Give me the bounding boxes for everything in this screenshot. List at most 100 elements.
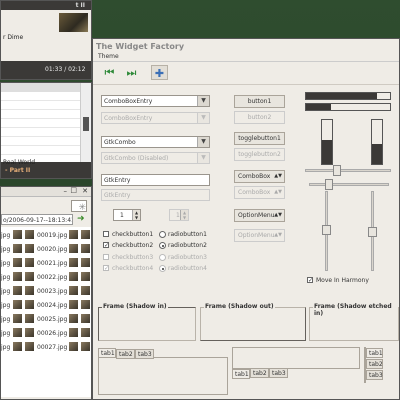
thumbnail-image — [81, 342, 90, 351]
gtkcombo[interactable]: GtkCombo ▼ — [101, 136, 210, 148]
horizontal-slider[interactable] — [309, 183, 389, 186]
up-down-arrows-icon: ▲▼ — [274, 189, 282, 195]
gtkentry-disabled: GtkEntry — [101, 189, 210, 201]
spin-value: 1 — [120, 212, 124, 219]
list-item[interactable]: jpg 00027.jpg — [1, 341, 93, 354]
go-back-icon[interactable]: ⏮ — [101, 65, 118, 80]
thumbnail-image — [25, 300, 34, 309]
horizontal-progress-bar — [305, 92, 391, 100]
thumbnail-image — [81, 328, 90, 337]
list-item[interactable]: jpg 00019.jpg — [1, 229, 93, 242]
comboboxentry[interactable]: ComboBoxEntry ▼ — [101, 95, 210, 107]
checkmark-icon[interactable]: ✓ — [103, 242, 109, 249]
togglebutton1[interactable]: togglebutton1 — [234, 132, 285, 145]
up-down-arrows-icon: ▲▼ — [274, 232, 282, 238]
up-down-arrows-icon: ▲▼ — [274, 173, 282, 179]
slider-handle[interactable] — [322, 225, 331, 235]
comboboxentry-text: ComboBoxEntry — [104, 98, 153, 105]
list-item[interactable] — [1, 110, 81, 119]
optionmenu[interactable]: OptionMenu ▲▼ — [234, 209, 285, 222]
horizontal-slider[interactable] — [305, 169, 391, 172]
file-name: 00025.jpg — [37, 316, 68, 323]
list-item[interactable] — [1, 101, 81, 110]
spin-arrows-icon[interactable]: ▲ ▼ — [132, 210, 140, 220]
vertical-progress-bar — [371, 119, 383, 165]
gtkentry[interactable]: GtkEntry — [101, 174, 210, 186]
file-ext-left: jpg — [1, 246, 11, 253]
list-item[interactable] — [1, 119, 81, 128]
go-arrow-icon[interactable]: ➜ — [77, 214, 85, 224]
list-item[interactable]: jpg 00025.jpg — [1, 313, 93, 326]
browser-titlebar[interactable]: – □ ✕ — [1, 186, 91, 197]
spinbutton[interactable]: 1 ▲ ▼ — [113, 209, 141, 221]
checkmark-icon[interactable]: ✓ — [307, 277, 313, 284]
list-item[interactable]: jpg 00022.jpg — [1, 271, 93, 284]
tab-bottom-2[interactable]: tab2 — [250, 368, 269, 378]
slider-handle[interactable] — [333, 165, 341, 176]
player-title: t II — [75, 2, 85, 9]
tab-top-1[interactable]: tab1 — [98, 348, 116, 358]
combobox-label: ComboBox — [238, 173, 271, 180]
list-item[interactable] — [1, 92, 81, 101]
list-item[interactable] — [1, 146, 81, 155]
list-item[interactable]: jpg 00026.jpg — [1, 327, 93, 340]
slider-handle[interactable] — [325, 179, 333, 190]
radio-empty[interactable] — [159, 231, 166, 238]
comboboxentry-disabled-text: ComboBoxEntry — [104, 115, 153, 122]
chevron-down-icon[interactable]: ▼ — [197, 96, 209, 106]
tab-right-3[interactable]: tab3 — [366, 370, 383, 380]
file-name: 00026.jpg — [37, 330, 68, 337]
time-readout: 01:33 / 02:12 — [45, 66, 86, 73]
minimize-icon[interactable]: – — [64, 187, 68, 195]
list-item[interactable] — [1, 137, 81, 146]
tab-top-3[interactable]: tab3 — [135, 349, 154, 359]
playlist-selected-row[interactable] — [1, 83, 81, 92]
scrollbar-thumb[interactable] — [83, 117, 89, 131]
thumbnail-image — [13, 286, 22, 295]
frame-shadow-in: Frame (Shadow in) — [98, 303, 196, 341]
file-ext-left: jpg — [1, 302, 11, 309]
list-item[interactable]: jpg 00021.jpg — [1, 257, 93, 270]
tab-bottom-1[interactable]: tab1 — [232, 369, 250, 379]
go-forward-icon[interactable]: ⏭ — [123, 65, 140, 80]
tab-bottom-3[interactable]: tab3 — [269, 368, 288, 378]
radio-selected[interactable] — [159, 242, 166, 249]
tab-top-2[interactable]: tab2 — [116, 349, 135, 359]
checkbutton4-label: checkbutton4 — [112, 265, 154, 272]
menu-theme[interactable]: Theme — [98, 53, 119, 60]
frame-shadow-out: Frame (Shadow out) — [200, 303, 306, 341]
path-entry[interactable]: o/2006-09-17--18:13:41 — [1, 214, 73, 225]
player-titlebar[interactable]: t II — [1, 1, 91, 10]
list-item[interactable]: jpg 00020.jpg — [1, 243, 93, 256]
progress-fill — [306, 104, 332, 110]
optionmenu-disabled: OptionMenu ▲▼ — [234, 229, 285, 242]
album-art-image — [59, 13, 88, 32]
chevron-down-icon: ▼ — [197, 153, 209, 163]
thumbnail-image — [25, 272, 34, 281]
file-browser-window: – □ ✕ ✳ o/2006-09-17--18:13:41 ➜ jpg 0001… — [0, 186, 92, 400]
close-icon[interactable]: ✕ — [82, 187, 88, 195]
add-icon[interactable]: ✚ — [151, 65, 168, 80]
thumbnail-image — [81, 286, 90, 295]
thumbnail-image — [13, 342, 22, 351]
list-item[interactable]: jpg 00023.jpg — [1, 285, 93, 298]
playlist-scrollbar[interactable] — [80, 83, 91, 162]
maximize-icon[interactable]: □ — [70, 186, 77, 194]
thumbnail-image — [13, 272, 22, 281]
thumbnail-image — [81, 272, 90, 281]
radiobutton1-label: radiobutton1 — [168, 231, 207, 238]
slider-handle[interactable] — [368, 227, 377, 237]
optionmenu-disabled-label: OptionMenu — [238, 232, 275, 239]
list-item[interactable]: jpg 00024.jpg — [1, 299, 93, 312]
toolbar: ⏮ ⏭ ✚ — [93, 62, 399, 85]
checkbox-empty[interactable] — [103, 231, 109, 237]
combobox[interactable]: ComboBox ▲▼ — [234, 170, 285, 183]
thumbnail-image — [69, 230, 78, 239]
tab-right-2[interactable]: tab2 — [366, 359, 383, 369]
list-item[interactable] — [1, 128, 81, 137]
radio-empty — [159, 254, 166, 261]
thumbnail-image — [69, 258, 78, 267]
button1[interactable]: button1 — [234, 95, 285, 108]
chevron-down-icon[interactable]: ▼ — [197, 137, 209, 147]
tab-right-1[interactable]: tab1 — [366, 348, 383, 358]
